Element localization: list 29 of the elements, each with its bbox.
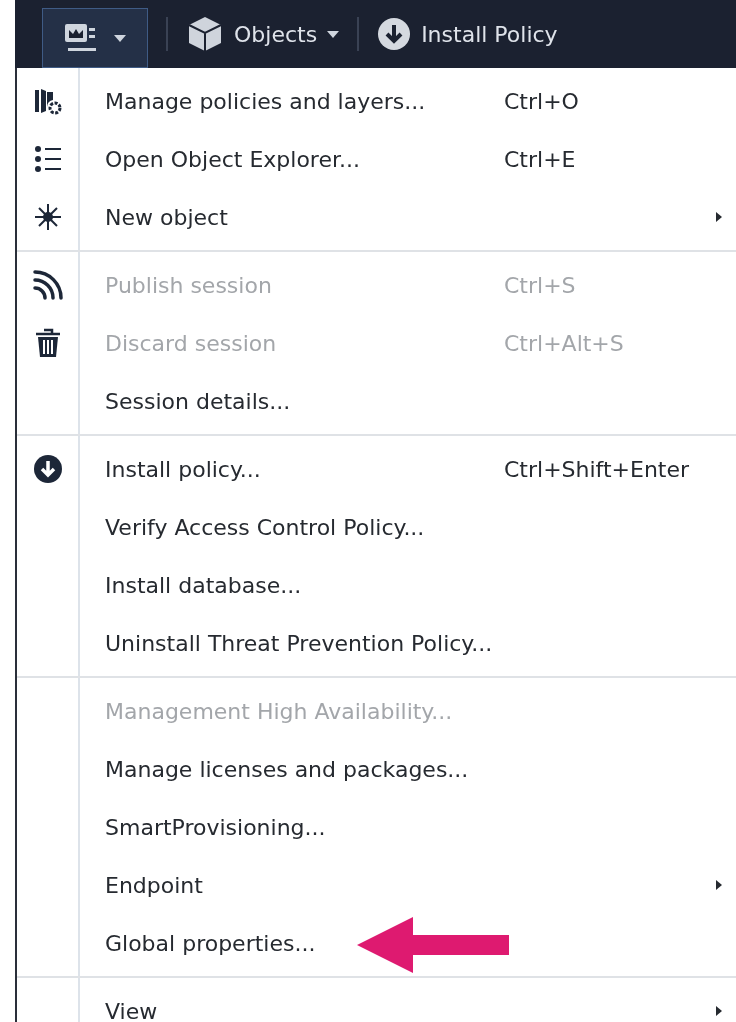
submenu-arrow-icon <box>716 880 722 890</box>
app-menu-button[interactable] <box>42 8 148 68</box>
submenu-arrow-icon <box>716 212 722 222</box>
policy-layers-gear-icon <box>32 87 63 115</box>
signal-waves-icon <box>31 269 64 301</box>
sparkle-icon <box>33 203 62 231</box>
download-circle-icon <box>32 454 63 484</box>
trash-icon <box>34 328 61 358</box>
caret-icon <box>327 30 340 38</box>
menu-item[interactable]: Session details... <box>17 372 736 430</box>
download-circle-icon <box>377 17 412 51</box>
menu-item[interactable]: Manage licenses and packages... <box>17 740 736 798</box>
menu-item[interactable]: New object <box>17 188 736 246</box>
menu-item[interactable]: Install database... <box>17 556 736 614</box>
objects-dropdown[interactable]: Objects <box>186 15 340 53</box>
menu-item[interactable]: Endpoint <box>17 856 736 914</box>
install-policy-button[interactable]: Install Policy <box>377 17 558 51</box>
cube-icon <box>186 15 224 53</box>
menu-item[interactable]: Uninstall Threat Prevention Policy... <box>17 614 736 672</box>
menu-item[interactable]: SmartProvisioning... <box>17 798 736 856</box>
caret-icon <box>114 34 126 42</box>
menu-item[interactable]: Open Object Explorer... Ctrl+E <box>17 130 736 188</box>
menu-item[interactable]: Manage policies and layers... Ctrl+O <box>17 72 736 130</box>
submenu-arrow-icon <box>716 1006 722 1016</box>
menu-item[interactable]: Verify Access Control Policy... <box>17 498 736 556</box>
menu-item[interactable]: Install policy... Ctrl+Shift+Enter <box>17 440 736 498</box>
menu-item[interactable]: View <box>17 982 736 1022</box>
list-icon <box>33 145 62 173</box>
menu-item[interactable]: Global properties... <box>17 914 736 972</box>
